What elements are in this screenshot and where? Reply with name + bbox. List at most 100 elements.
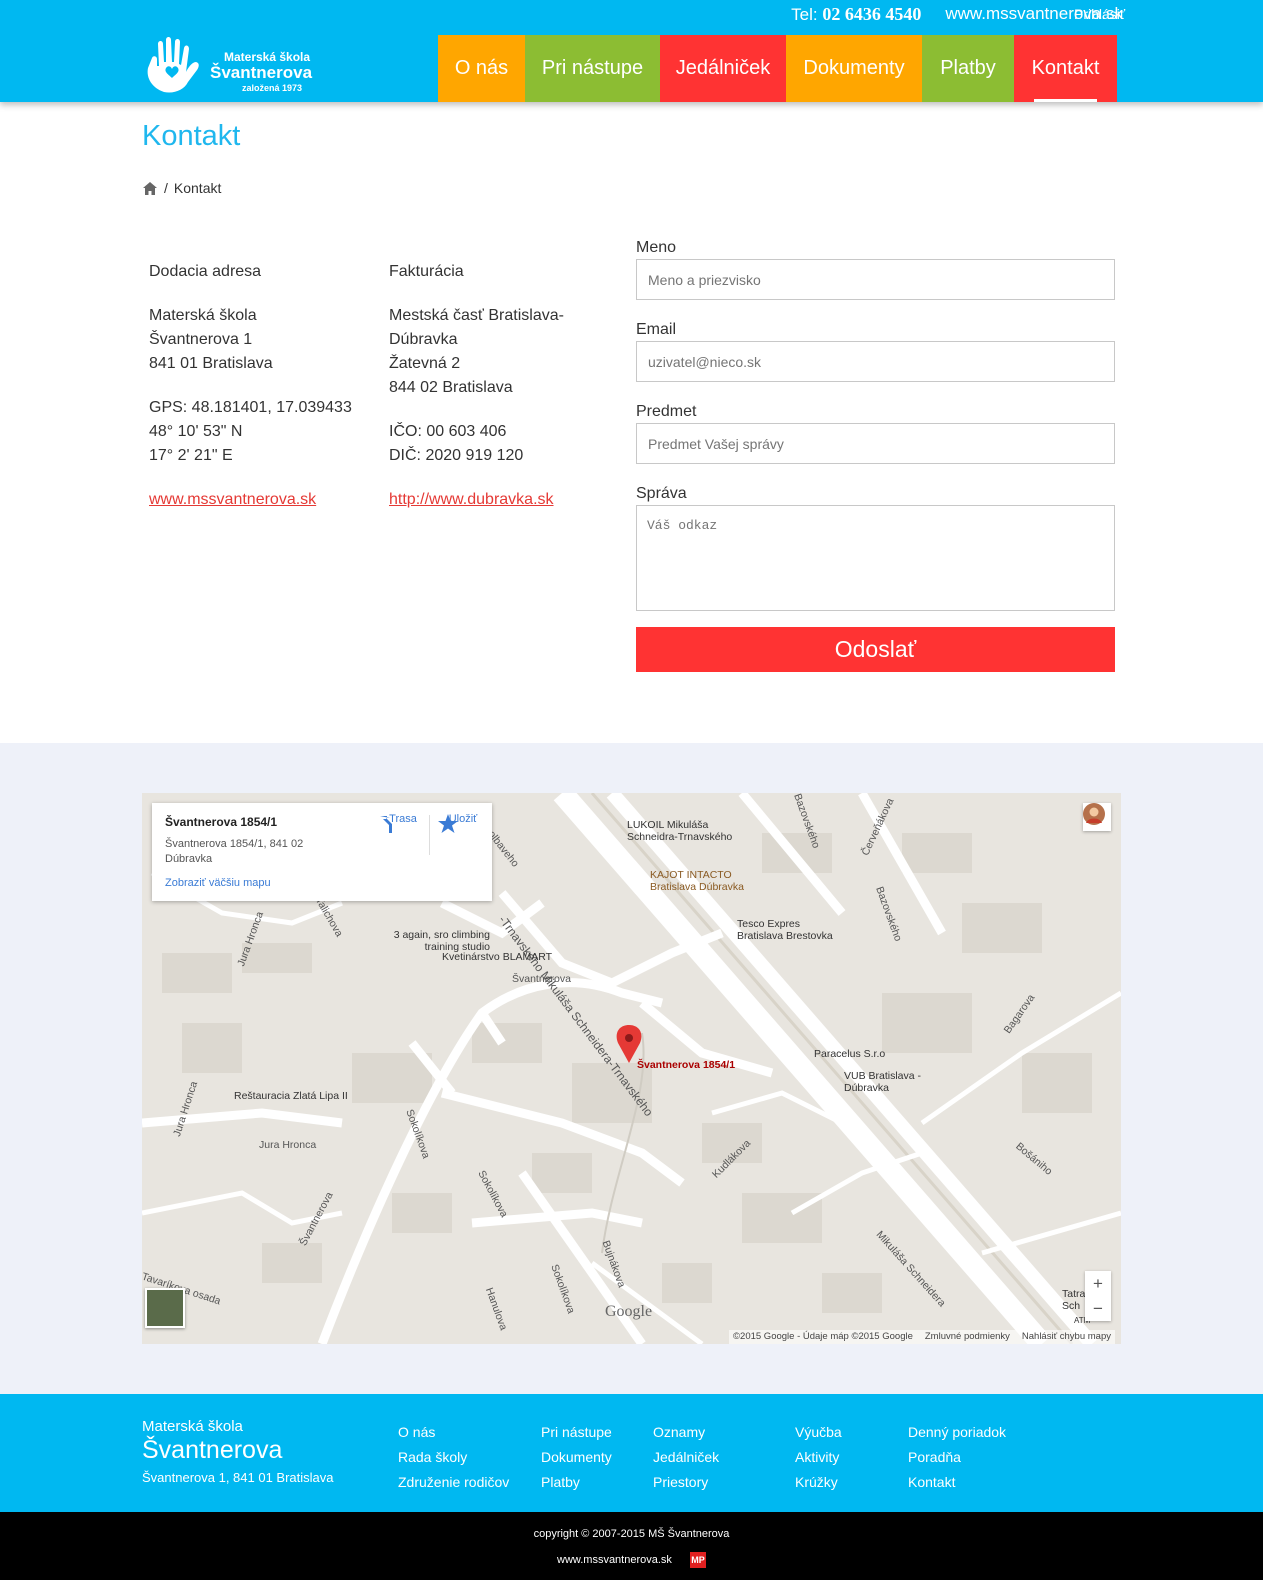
footer-link[interactable]: O nás: [398, 1420, 509, 1445]
save-button[interactable]: Uložiť: [437, 813, 489, 833]
logo-line3: založená 1973: [242, 83, 303, 93]
map-terms-link[interactable]: Zmluvné podmienky: [925, 1331, 1010, 1343]
footer-link[interactable]: Dokumenty: [541, 1445, 612, 1470]
google-map[interactable]: Švantnerova Švantnerova Jura Hronca Jura…: [142, 793, 1121, 1344]
delivery-gps: GPS: 48.181401, 17.039433: [149, 399, 352, 416]
map-attribution: ©2015 Google - Údaje máp ©2015 Google Zm…: [729, 1330, 1115, 1344]
map-copyright: ©2015 Google - Údaje máp ©2015 Google: [733, 1331, 913, 1342]
page-title: Kontakt: [142, 120, 241, 152]
billing-name: Mestská časť Bratislava-: [389, 307, 564, 324]
footer-link[interactable]: Denný poriadok: [908, 1420, 1006, 1445]
delivery-lat: 48° 10' 53" N: [149, 423, 243, 440]
copyright-bar: copyright © 2007-2015 MŠ Švantnerova www…: [0, 1512, 1263, 1580]
nav-pri-nastupe[interactable]: Pri nástupe: [525, 35, 660, 102]
zoom-control: + −: [1085, 1271, 1111, 1321]
footer-link[interactable]: Platby: [541, 1470, 612, 1495]
footer-col-2: Pri nástupe Dokumenty Platby: [541, 1420, 612, 1495]
author-badge-icon[interactable]: MP: [690, 1552, 706, 1568]
directions-icon: [380, 816, 392, 833]
poi-lukoil[interactable]: LUKOIL Mikuláša Schneidra-Trnavského: [627, 819, 747, 843]
google-logo: Google: [605, 1303, 653, 1320]
footer-brand-line1: Materská škola: [142, 1418, 243, 1435]
zoom-out-button[interactable]: −: [1085, 1296, 1111, 1321]
message-label: Správa: [636, 485, 687, 502]
zoom-in-button[interactable]: +: [1085, 1271, 1111, 1296]
delivery-city: 841 01 Bratislava: [149, 355, 273, 372]
info-title: Švantnerova 1854/1: [165, 815, 278, 829]
footer-link[interactable]: Rada školy: [398, 1445, 509, 1470]
user-avatar-icon[interactable]: [1083, 803, 1111, 831]
nav-platby[interactable]: Platby: [922, 35, 1014, 102]
site-header: Tel: 02 6436 4540 www.mssvantnerova.sk P…: [0, 0, 1263, 102]
poi-tesco[interactable]: Tesco Expres Bratislava Brestovka: [737, 918, 847, 942]
email-field[interactable]: [636, 341, 1115, 382]
footer-link[interactable]: Aktivity: [795, 1445, 842, 1470]
nav-dokumenty[interactable]: Dokumenty: [786, 35, 922, 102]
billing-heading: Fakturácia: [389, 263, 464, 280]
subject-field[interactable]: [636, 423, 1115, 464]
poi-kajot[interactable]: KAJOT INTACTO Bratislava Dúbravka: [650, 869, 760, 893]
billing-street: Žatevná 2: [389, 355, 461, 372]
footer-link[interactable]: Pri nástupe: [541, 1420, 612, 1445]
footer-link[interactable]: Poradňa: [908, 1445, 1006, 1470]
breadcrumb: / Kontakt: [142, 180, 221, 196]
logo-line1: Materská škola: [224, 50, 311, 64]
main-nav: O nás Pri nástupe Jedálniček Dokumenty P…: [438, 35, 1117, 102]
logo[interactable]: Materská škola Švantnerova založená 1973: [144, 36, 324, 96]
subject-label: Predmet: [636, 403, 697, 420]
map-info-window: Švantnerova 1854/1 Švantnerova 1854/1, 8…: [152, 803, 492, 901]
breadcrumb-current: Kontakt: [173, 180, 222, 196]
delivery-lon: 17° 2' 21" E: [149, 447, 233, 464]
map-marker-label[interactable]: Švantnerova 1854/1: [637, 1059, 735, 1071]
home-icon[interactable]: [142, 181, 158, 196]
footer-link[interactable]: Združenie rodičov: [398, 1470, 509, 1495]
nav-jedalnicek[interactable]: Jedálniček: [660, 35, 786, 102]
copyright-text: copyright © 2007-2015 MŠ Švantnerova: [533, 1528, 730, 1540]
footer-site-link[interactable]: www.mssvantnerova.sk: [557, 1554, 672, 1566]
footer-col-4: Výučba Aktivity Krúžky: [795, 1420, 842, 1495]
login-link[interactable]: Prihlásiť: [1074, 6, 1125, 22]
email-label: Email: [636, 321, 677, 338]
footer-link[interactable]: Výučba: [795, 1420, 842, 1445]
billing-city: 844 02 Bratislava: [389, 379, 513, 396]
poi-restauracia[interactable]: Reštauracia Zlatá Lipa II: [234, 1090, 348, 1102]
footer-col-5: Denný poriadok Poradňa Kontakt: [908, 1420, 1006, 1495]
site-footer: Materská škola Švantnerova Švantnerova 1…: [0, 1394, 1263, 1512]
billing-website-link[interactable]: http://www.dubravka.sk: [389, 491, 554, 508]
footer-col-1: O nás Rada školy Združenie rodičov: [398, 1420, 509, 1495]
name-field[interactable]: [636, 259, 1115, 300]
delivery-street: Švantnerova 1: [149, 331, 253, 348]
footer-link[interactable]: Kontakt: [908, 1470, 1006, 1495]
hand-heart-icon: [147, 37, 199, 93]
map-label-street: Jura Hronca: [259, 1139, 317, 1151]
footer-link[interactable]: Krúžky: [795, 1470, 842, 1495]
star-icon: [438, 814, 458, 833]
delivery-heading: Dodacia adresa: [149, 263, 262, 280]
billing-address: Fakturácia Mestská časť Bratislava- Dúbr…: [389, 260, 619, 512]
footer-address: Švantnerova 1, 841 01 Bratislava: [142, 1470, 334, 1485]
poi-climbing[interactable]: 3 again, sro climbing training studio: [380, 929, 490, 953]
delivery-address: Dodacia adresa Materská škola Švantnerov…: [149, 260, 379, 512]
submit-button[interactable]: Odoslať: [636, 627, 1115, 672]
contact-form: Meno Email Predmet Správa: [636, 238, 1115, 611]
poi-blamart[interactable]: Kvetinárstvo BLAMART: [442, 951, 552, 963]
nav-o-nas[interactable]: O nás: [438, 35, 525, 102]
nav-kontakt[interactable]: Kontakt: [1014, 35, 1117, 102]
breadcrumb-separator: /: [164, 180, 168, 196]
footer-link[interactable]: Oznamy: [653, 1420, 719, 1445]
footer-link[interactable]: Jedálniček: [653, 1445, 719, 1470]
poi-paracelus[interactable]: Paracelus S.r.o: [814, 1048, 885, 1060]
footer-brand-line2: Švantnerova: [142, 1436, 283, 1464]
phone[interactable]: Tel: 02 6436 4540: [791, 4, 921, 25]
directions-button[interactable]: Trasa: [377, 813, 429, 833]
map-report-link[interactable]: Nahlásiť chybu mapy: [1022, 1331, 1111, 1343]
info-divider: [429, 815, 430, 855]
delivery-website-link[interactable]: www.mssvantnerova.sk: [149, 491, 316, 508]
satellite-toggle[interactable]: [145, 1288, 185, 1328]
footer-link[interactable]: Priestory: [653, 1470, 719, 1495]
phone-number: 02 6436 4540: [822, 3, 922, 24]
larger-map-link[interactable]: Zobraziť väčšiu mapu: [165, 877, 271, 889]
poi-vub[interactable]: VUB Bratislava - Dúbravka: [844, 1070, 924, 1094]
message-field[interactable]: [636, 505, 1115, 611]
logo-line2: Švantnerova: [210, 63, 313, 82]
